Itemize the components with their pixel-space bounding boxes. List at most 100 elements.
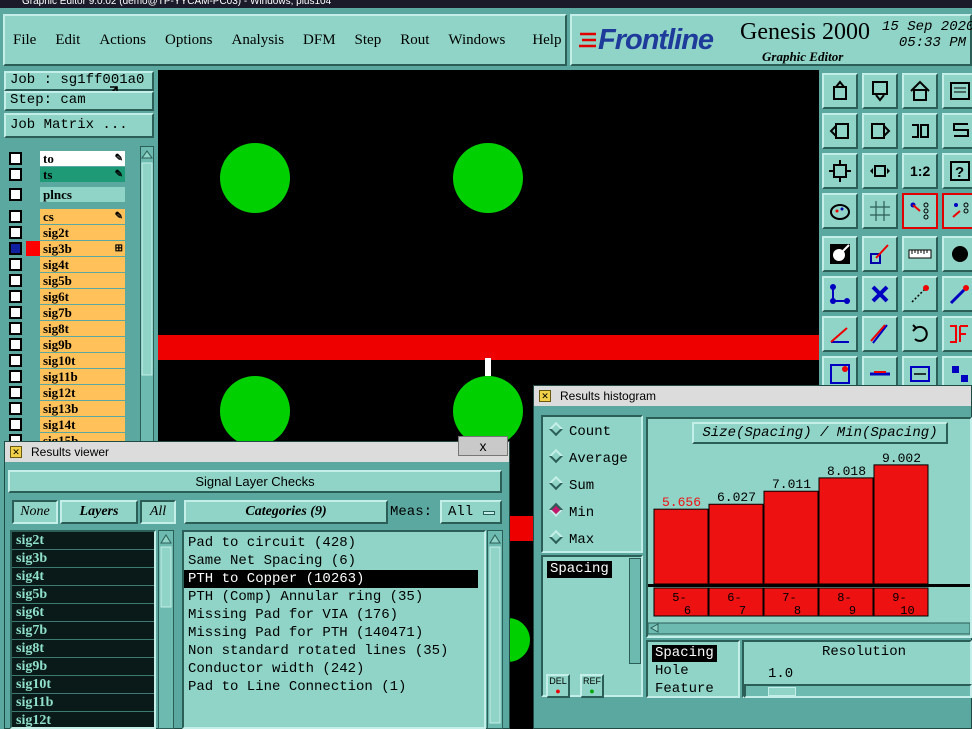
home-icon[interactable] — [902, 73, 938, 109]
layer-checkbox[interactable] — [9, 258, 22, 271]
pan-right-icon[interactable] — [862, 113, 898, 149]
layer-checkbox[interactable] — [9, 418, 22, 431]
category-item[interactable]: Same Net Spacing (6) — [184, 552, 484, 570]
layer-checkbox[interactable] — [9, 210, 22, 223]
category-item[interactable]: Pad to circuit (428) — [184, 534, 484, 552]
layer-checkbox[interactable] — [9, 386, 22, 399]
diagonal-line-icon[interactable] — [862, 316, 898, 352]
ruler-icon[interactable] — [902, 236, 938, 272]
option-average[interactable]: Average — [548, 448, 628, 467]
zoom-fit-icon[interactable] — [822, 153, 858, 189]
type-hole[interactable]: Hole — [652, 663, 692, 680]
line-end-blue-icon[interactable] — [942, 276, 972, 312]
help-icon[interactable]: ? — [942, 153, 972, 189]
zoom-1to2-icon[interactable]: 1:2 — [902, 153, 938, 189]
window-menu-icon[interactable]: ✕ — [539, 390, 551, 402]
layer-row-to[interactable]: to ✎ — [4, 151, 140, 166]
fill-frame-icon[interactable] — [942, 316, 972, 352]
add-surface-icon[interactable] — [862, 236, 898, 272]
category-item[interactable]: Pad to Line Connection (1) — [184, 678, 484, 696]
category-item[interactable]: PTH to Copper (10263) — [184, 570, 478, 588]
mirror-icon[interactable] — [902, 113, 938, 149]
layer-affected-indicator[interactable] — [26, 257, 40, 272]
results-layer-item[interactable]: sig3b — [12, 550, 154, 568]
layer-row-sig9b[interactable]: sig9b — [4, 337, 140, 352]
results-layer-item[interactable]: sig12t — [12, 712, 154, 727]
move-down-icon[interactable] — [862, 73, 898, 109]
layer-affected-indicator[interactable] — [26, 241, 40, 256]
layer-affected-indicator[interactable] — [26, 273, 40, 288]
layer-checkbox[interactable] — [9, 370, 22, 383]
menu-edit[interactable]: Edit — [55, 32, 80, 49]
snap-icon[interactable] — [942, 236, 972, 272]
layer-checkbox[interactable] — [9, 274, 22, 287]
histogram-bar[interactable] — [708, 503, 764, 585]
category-item[interactable]: Missing Pad for VIA (176) — [184, 606, 484, 624]
layer-checkbox[interactable] — [9, 226, 22, 239]
rotate-icon[interactable] — [902, 316, 938, 352]
histogram-scrollbar[interactable] — [648, 622, 970, 635]
layer-name[interactable]: sig9b — [40, 337, 125, 352]
layer-row-sig2t[interactable]: sig2t — [4, 225, 140, 240]
layer-affected-indicator[interactable] — [26, 187, 40, 202]
palette-icon[interactable] — [822, 193, 858, 229]
layer-row-sig7b[interactable]: sig7b — [4, 305, 140, 320]
layer-row-sig13b[interactable]: sig13b — [4, 401, 140, 416]
layer-affected-indicator[interactable] — [26, 305, 40, 320]
layer-name[interactable]: sig4t — [40, 257, 125, 272]
layer-name[interactable]: sig5b — [40, 273, 125, 288]
layer-name[interactable]: sig8t — [40, 321, 125, 336]
menu-analysis[interactable]: Analysis — [232, 32, 285, 49]
layer-affected-indicator[interactable] — [26, 417, 40, 432]
layer-row-sig14t[interactable]: sig14t — [4, 417, 140, 432]
close-button[interactable]: x — [458, 436, 508, 456]
measure-list-scrollbar[interactable] — [629, 558, 641, 664]
layers-button[interactable]: Layers — [60, 500, 138, 524]
menu-actions[interactable]: Actions — [99, 32, 146, 49]
layer-row-sig10t[interactable]: sig10t — [4, 353, 140, 368]
results-layer-item[interactable]: sig4t — [12, 568, 154, 586]
zoom-center-icon[interactable] — [862, 153, 898, 189]
resolution-slider-thumb[interactable] — [768, 687, 796, 696]
results-layer-item[interactable]: sig7b — [12, 622, 154, 640]
menu-options[interactable]: Options — [165, 32, 213, 49]
layer-checkbox[interactable] — [9, 242, 22, 255]
list-icon[interactable] — [942, 73, 972, 109]
results-layer-item[interactable]: sig9b — [12, 658, 154, 676]
categories-button[interactable]: Categories (9) — [184, 500, 388, 524]
move-up-icon[interactable] — [822, 73, 858, 109]
layer-checkbox[interactable] — [9, 306, 22, 319]
results-layer-item[interactable]: sig5b — [12, 586, 154, 604]
histogram-bar[interactable] — [873, 464, 929, 585]
measure-item-selected[interactable]: Spacing — [547, 561, 612, 578]
line-end-icon[interactable] — [902, 276, 938, 312]
layer-row-sig3b[interactable]: sig3b ⊞ — [4, 241, 140, 256]
add-pad-icon[interactable] — [822, 236, 858, 272]
layer-checkbox[interactable] — [9, 152, 22, 165]
results-layer-item[interactable]: sig10t — [12, 676, 154, 694]
layer-row-sig5b[interactable]: sig5b — [4, 273, 140, 288]
layer-name[interactable]: sig10t — [40, 353, 125, 368]
layer-name[interactable]: sig14t — [40, 417, 125, 432]
meas-select[interactable]: All — [440, 500, 502, 524]
layer-name[interactable]: plncs — [40, 187, 125, 202]
layer-row-sig4t[interactable]: sig4t — [4, 257, 140, 272]
results-layer-scrollbar[interactable] — [158, 530, 174, 729]
results-layer-item[interactable]: sig11b — [12, 694, 154, 712]
layer-affected-indicator[interactable] — [26, 289, 40, 304]
type-list[interactable]: Spacing Hole Feature — [646, 640, 740, 698]
layer-row-sig6t[interactable]: sig6t — [4, 289, 140, 304]
layer-affected-indicator[interactable] — [26, 337, 40, 352]
layer-name[interactable]: sig7b — [40, 305, 125, 320]
menu-help[interactable]: Help — [532, 32, 561, 49]
layer-name[interactable]: to ✎ — [40, 151, 125, 166]
histogram-bar[interactable] — [818, 477, 874, 585]
layer-row-plncs[interactable]: plncs — [4, 187, 140, 202]
menu-windows[interactable]: Windows — [448, 32, 505, 49]
category-item[interactable]: Non standard rotated lines (35) — [184, 642, 484, 660]
type-spacing[interactable]: Spacing — [652, 645, 717, 662]
layer-checkbox[interactable] — [9, 354, 22, 367]
layer-row-ts[interactable]: ts ✎ — [4, 167, 140, 182]
category-item[interactable]: PTH (Comp) Annular ring (35) — [184, 588, 484, 606]
netlist-compare-icon[interactable] — [902, 193, 938, 229]
